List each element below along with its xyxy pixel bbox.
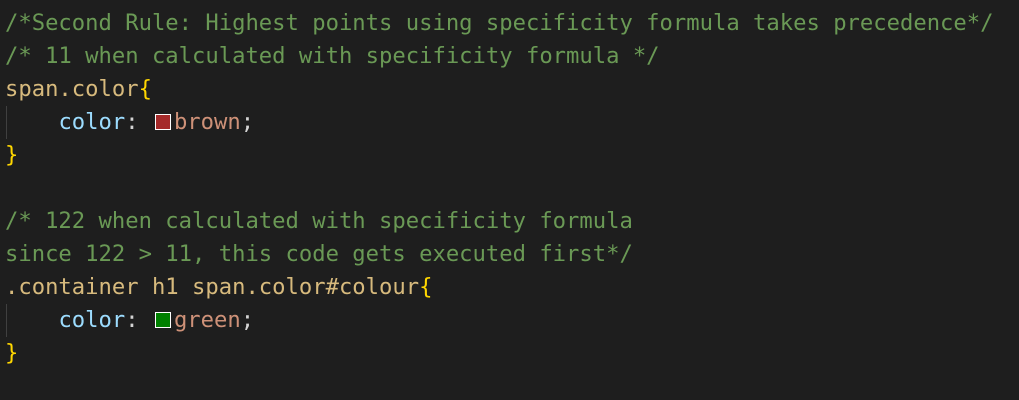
css-property: color bbox=[58, 109, 126, 135]
css-selector: .container h1 span.color#colour bbox=[5, 274, 420, 300]
comment-text: since 122 > 11, this code gets executed … bbox=[5, 241, 633, 267]
code-line-7: /* 122 when calculated with specificity … bbox=[5, 205, 633, 238]
close-brace: } bbox=[5, 340, 19, 366]
colon: : bbox=[125, 109, 152, 135]
code-line-1: /*Second Rule: Highest points using spec… bbox=[5, 7, 994, 40]
semicolon: ; bbox=[240, 307, 255, 333]
code-line-2: /* 11 when calculated with specificity f… bbox=[5, 40, 660, 73]
code-line-5: } bbox=[5, 139, 18, 172]
comment-text: /*Second Rule: Highest points using spec… bbox=[5, 10, 994, 36]
comment-text: /* 122 when calculated with specificity … bbox=[5, 208, 633, 234]
semicolon: ; bbox=[240, 109, 255, 135]
open-brace: { bbox=[419, 274, 433, 300]
code-line-8: since 122 > 11, this code gets executed … bbox=[5, 238, 633, 271]
open-brace: { bbox=[138, 76, 152, 102]
css-value: green bbox=[173, 307, 241, 333]
code-line-9: .container h1 span.color#colour{ bbox=[5, 271, 432, 304]
code-line-4: color: brown; bbox=[5, 106, 254, 139]
color-swatch-icon[interactable] bbox=[154, 114, 171, 130]
code-line-3: span.color{ bbox=[5, 73, 152, 106]
close-brace: } bbox=[5, 142, 19, 168]
code-line-10: color: green; bbox=[5, 304, 254, 337]
comment-text: /* 11 when calculated with specificity f… bbox=[5, 43, 660, 69]
css-selector: span.color bbox=[5, 76, 139, 102]
code-editor[interactable]: /*Second Rule: Highest points using spec… bbox=[0, 0, 1019, 400]
css-property: color bbox=[58, 307, 126, 333]
css-value: brown bbox=[173, 109, 241, 135]
code-line-11: } bbox=[5, 337, 18, 370]
colon: : bbox=[125, 307, 152, 333]
color-swatch-icon[interactable] bbox=[154, 312, 171, 328]
